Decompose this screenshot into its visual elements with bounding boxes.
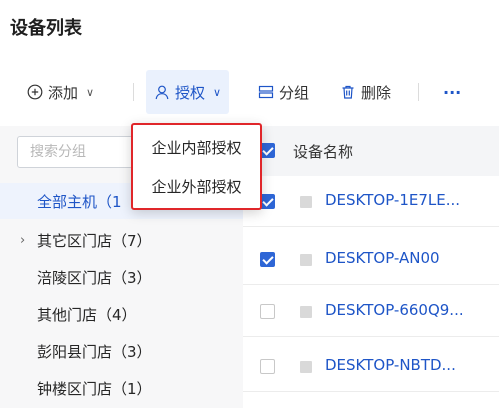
row-checkbox[interactable]	[260, 252, 275, 267]
group-button[interactable]: 分组	[258, 70, 309, 114]
device-icon	[300, 254, 312, 266]
sidebar-item-label: 其他门店（4）	[37, 305, 137, 324]
row-checkbox[interactable]	[260, 194, 275, 209]
device-name-link[interactable]: DESKTOP-660Q9...	[325, 301, 464, 319]
device-icon	[300, 196, 312, 208]
more-button[interactable]: ···	[443, 70, 461, 114]
toolbar-divider	[418, 83, 419, 101]
device-icon	[300, 306, 312, 318]
column-header-device-name: 设备名称	[293, 142, 354, 161]
row-checkbox[interactable]	[260, 359, 275, 374]
table-row[interactable]: DESKTOP-1E7LE...	[243, 176, 499, 227]
menu-item-external-auth[interactable]: 企业外部授权	[131, 168, 262, 204]
page-title: 设备列表	[10, 18, 82, 39]
delete-button[interactable]: 删除	[340, 70, 391, 114]
delete-button-label: 删除	[361, 83, 392, 102]
select-all-checkbox[interactable]	[260, 143, 275, 158]
device-name-link[interactable]: DESKTOP-1E7LE...	[325, 191, 460, 209]
add-button-label: 添加	[48, 83, 79, 102]
table-row[interactable]: DESKTOP-NBTD...	[243, 341, 499, 392]
row-checkbox[interactable]	[260, 304, 275, 319]
sidebar-item-pengyang[interactable]: 彭阳县门店（3）	[0, 333, 243, 369]
sidebar-item-fuling[interactable]: 涪陵区门店（3）	[0, 259, 243, 295]
toolbar: 添加 ∨ 授权 ∨ 分组 删除 ···	[0, 70, 499, 114]
device-table: 设备名称 DESKTOP-1E7LE... DESKTOP-AN00 DESKT…	[243, 126, 499, 408]
table-header: 设备名称	[243, 126, 499, 176]
trash-icon	[340, 84, 356, 100]
toolbar-divider	[133, 83, 134, 101]
user-icon	[154, 84, 170, 100]
chevron-right-icon[interactable]: ›	[20, 233, 25, 248]
table-row[interactable]: DESKTOP-AN00	[243, 234, 499, 285]
more-icon: ···	[443, 82, 462, 102]
group-icon	[258, 84, 274, 100]
authorize-button[interactable]: 授权 ∨	[146, 70, 230, 114]
sidebar-item-label: 全部主机（1	[37, 192, 122, 211]
sidebar-item-label: 钟楼区门店（1）	[37, 379, 152, 398]
authorize-dropdown-menu: 企业内部授权 企业外部授权	[131, 123, 262, 210]
device-icon	[300, 361, 312, 373]
add-button[interactable]: 添加 ∨	[27, 70, 94, 114]
sidebar-item-label: 涪陵区门店（3）	[37, 268, 152, 287]
group-button-label: 分组	[279, 83, 310, 102]
device-name-link[interactable]: DESKTOP-NBTD...	[325, 356, 456, 374]
chevron-down-icon: ∨	[213, 85, 222, 99]
group-search-input[interactable]	[17, 136, 135, 168]
table-row[interactable]: DESKTOP-660Q9...	[243, 286, 499, 337]
authorize-button-label: 授权	[175, 83, 206, 102]
sidebar-item-label: 彭阳县门店（3）	[37, 342, 152, 361]
chevron-down-icon: ∨	[86, 85, 95, 99]
sidebar-item-label: 其它区门店（7）	[37, 231, 152, 250]
menu-item-internal-auth[interactable]: 企业内部授权	[131, 129, 262, 165]
sidebar-item-other-stores[interactable]: 其他门店（4）	[0, 296, 243, 332]
plus-circle-icon	[27, 84, 43, 100]
sidebar-item-zhonglou[interactable]: 钟楼区门店（1）	[0, 370, 243, 406]
sidebar-item-other-district[interactable]: › 其它区门店（7）	[0, 222, 243, 258]
device-name-link[interactable]: DESKTOP-AN00	[325, 249, 440, 267]
